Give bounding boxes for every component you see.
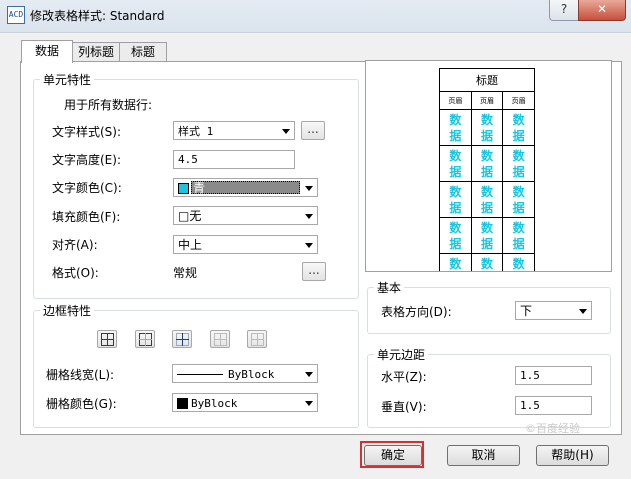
format-browse-button[interactable]: ... (302, 262, 326, 281)
preview-data-cell: 数据 (470, 109, 504, 146)
close-button[interactable]: ✕ (578, 0, 626, 21)
grid-color-value: ByBlock (191, 397, 238, 410)
text-height-input[interactable]: 4.5 (173, 150, 295, 169)
all-borders-button[interactable] (97, 330, 117, 348)
help-button[interactable]: 帮助(H) (536, 445, 609, 466)
chevron-down-icon (305, 214, 313, 219)
preview-data-cell: 数据 (502, 145, 535, 182)
preview-data-cell: 数据 (439, 109, 472, 146)
text-height-label: 文字高度(E): (52, 153, 121, 167)
fill-color-label: 填充颜色(F): (52, 210, 121, 224)
grid-color-select[interactable]: ByBlock (172, 393, 318, 412)
text-style-browse-button[interactable]: ... (301, 121, 325, 140)
preview-data-cell: 数据 (502, 109, 535, 146)
table-preview: 标题 页眉 页眉 页眉 数据数据数据 数据数据数据 数据数据数据 数据数据数据 … (365, 60, 612, 272)
bottom-border-button[interactable] (210, 330, 230, 348)
group-title: 边框特性 (40, 302, 95, 319)
watermark: ©百度经验 (525, 422, 580, 435)
alignment-label: 对齐(A): (52, 238, 98, 252)
grid-lineweight-label: 栅格线宽(L): (46, 368, 115, 382)
outside-borders-icon (139, 333, 152, 346)
preview-data-cell: 数据 (439, 217, 472, 254)
preview-data-cell: 数据 (439, 181, 472, 218)
dialog-window: ACD 修改表格样式: Standard ? ✕ 数据 列标题 标题 单元特性 … (0, 0, 631, 479)
preview-data-cell: 数据 (470, 217, 504, 254)
text-style-value: 样式 1 (178, 125, 214, 138)
horizontal-margin-label: 水平(Z): (381, 370, 427, 384)
text-style-label: 文字样式(S): (52, 125, 122, 139)
preview-data-cell: 数据 (502, 181, 535, 218)
preview-header: 页眉 (502, 91, 535, 110)
inside-borders-button[interactable] (172, 330, 192, 348)
table-direction-label: 表格方向(D): (381, 305, 452, 319)
preview-data-cell: 数据 (502, 217, 535, 254)
preview-data-cell: 数据 (470, 253, 504, 271)
cancel-button[interactable]: 取消 (447, 445, 520, 466)
preview-data-cell: 数据 (502, 253, 535, 271)
app-icon: ACD (7, 6, 25, 24)
tab-data[interactable]: 数据 (21, 40, 73, 63)
help-title-button[interactable]: ? (549, 0, 579, 21)
vertical-margin-label: 垂直(V): (381, 400, 427, 414)
preview-table: 标题 页眉 页眉 页眉 数据数据数据 数据数据数据 数据数据数据 数据数据数据 … (439, 68, 535, 271)
chevron-down-icon (305, 401, 313, 406)
title-bar: ACD 修改表格样式: Standard ? ✕ (0, 0, 631, 33)
format-value: 常规 (173, 266, 198, 280)
horizontal-margin-input[interactable]: 1.5 (515, 366, 592, 385)
chevron-down-icon (282, 129, 290, 134)
chevron-down-icon (305, 372, 313, 377)
text-style-select[interactable]: 样式 1 (173, 121, 295, 140)
group-title: 单元特性 (40, 71, 95, 88)
window-title: 修改表格样式: Standard (30, 9, 165, 23)
grid-color-label: 栅格颜色(G): (46, 397, 117, 411)
no-borders-button[interactable] (247, 330, 267, 348)
preview-header: 页眉 (470, 91, 504, 110)
lineweight-sample (177, 374, 223, 375)
preview-header: 页眉 (439, 91, 472, 110)
tab-column-heading[interactable]: 列标题 (71, 42, 121, 62)
chevron-down-icon (305, 186, 313, 191)
text-color-value: 青 (193, 181, 206, 195)
preview-data-cell: 数据 (470, 145, 504, 182)
selection-highlight (191, 181, 300, 194)
group-title: 单元边距 (374, 346, 429, 363)
apply-all-rows-label: 用于所有数据行: (64, 98, 153, 112)
tab-title[interactable]: 标题 (119, 42, 167, 62)
fill-color-value: □无 (178, 209, 202, 223)
text-color-select[interactable]: 青 (173, 178, 318, 197)
table-direction-value: 下 (520, 304, 533, 318)
all-borders-icon (101, 333, 114, 346)
bottom-border-icon (214, 333, 227, 346)
preview-data-cell: 数据 (439, 145, 472, 182)
grid-lineweight-value: ByBlock (228, 368, 275, 381)
table-direction-select[interactable]: 下 (515, 301, 592, 320)
grid-lineweight-select[interactable]: ByBlock (172, 364, 318, 383)
group-title: 基本 (374, 279, 405, 296)
inside-borders-icon (176, 333, 189, 346)
chevron-down-icon (579, 309, 587, 314)
fill-color-select[interactable]: □无 (173, 206, 318, 225)
black-swatch-icon (177, 398, 188, 409)
text-color-label: 文字颜色(C): (52, 181, 122, 195)
format-label: 格式(O): (52, 266, 99, 280)
no-borders-icon (251, 333, 264, 346)
preview-title: 标题 (439, 68, 535, 92)
outside-borders-button[interactable] (135, 330, 155, 348)
preview-data-cell: 数据 (439, 253, 472, 271)
ok-button[interactable]: 确定 (364, 445, 422, 466)
preview-data-cell: 数据 (470, 181, 504, 218)
vertical-margin-input[interactable]: 1.5 (515, 396, 592, 415)
chevron-down-icon (305, 243, 313, 248)
cyan-swatch-icon (178, 183, 189, 194)
alignment-value: 中上 (178, 238, 203, 252)
alignment-select[interactable]: 中上 (173, 235, 318, 254)
